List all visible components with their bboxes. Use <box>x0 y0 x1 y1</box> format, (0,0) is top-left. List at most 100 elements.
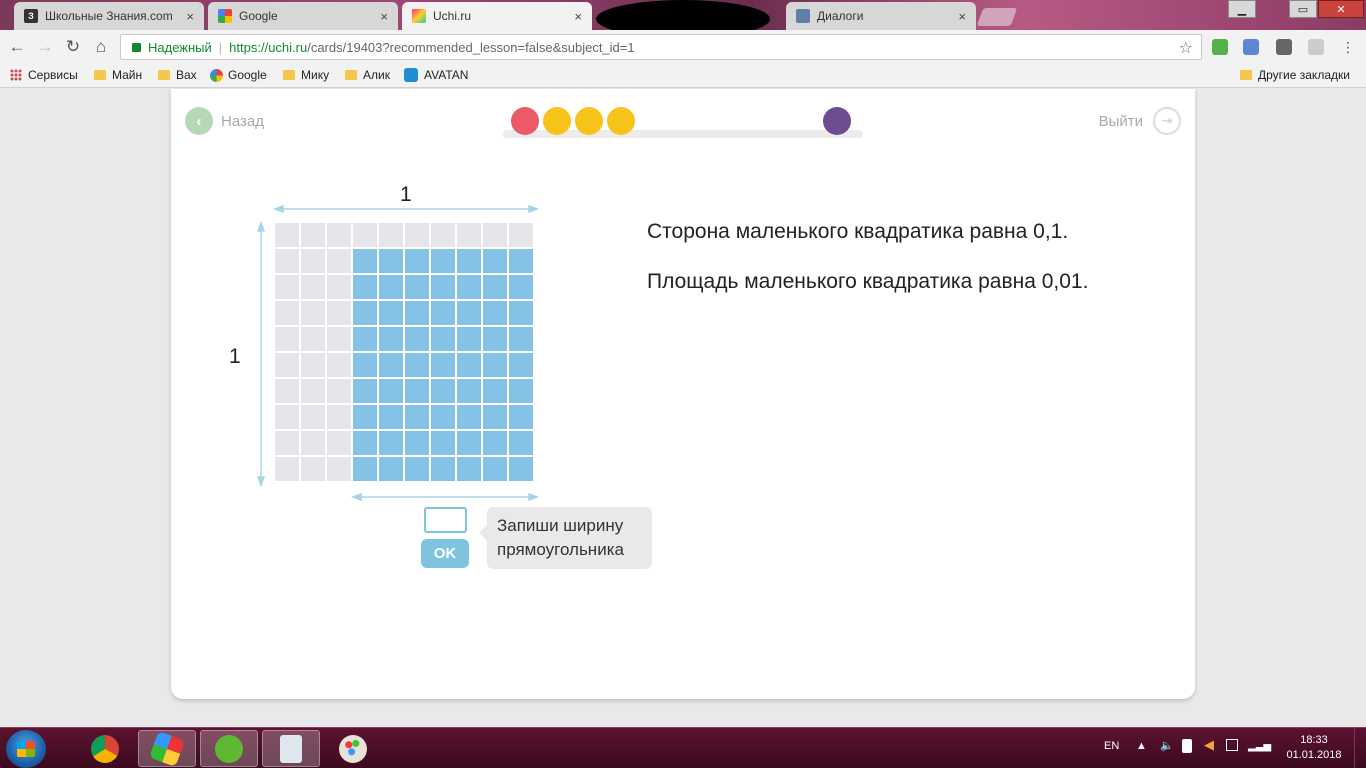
shaded-square <box>509 431 533 455</box>
empty-square <box>379 223 403 247</box>
shaded-square <box>379 431 403 455</box>
shaded-square <box>353 379 377 403</box>
bookmark-folder[interactable]: Вах <box>158 68 197 82</box>
show-hidden-icons[interactable]: ▲ <box>1136 740 1147 752</box>
empty-square <box>509 223 533 247</box>
show-desktop-button[interactable] <box>1354 728 1366 768</box>
back-arrow-icon[interactable]: ← <box>6 36 28 58</box>
empty-square <box>275 353 299 377</box>
new-tab-button[interactable] <box>976 8 1018 26</box>
signal-icon[interactable]: ▂▃▅ <box>1248 741 1271 752</box>
exit-label: Выйти <box>1098 112 1143 130</box>
ok-button[interactable]: OK <box>421 539 469 568</box>
taskbar-notepad[interactable] <box>262 730 320 767</box>
tab-title: Google <box>239 9 278 23</box>
exit-button[interactable]: Выйти ⇥ <box>1099 107 1181 135</box>
shaded-square <box>457 249 481 273</box>
chrome-icon <box>91 734 119 763</box>
minimize-button[interactable]: ▁ <box>1228 0 1256 18</box>
home-icon[interactable]: ⌂ <box>90 36 112 58</box>
folder-icon <box>345 70 357 80</box>
bookmark-label: Сервисы <box>28 68 78 82</box>
cast-icon[interactable] <box>1276 39 1292 55</box>
taskbar-paint[interactable] <box>324 730 382 767</box>
empty-square <box>275 431 299 455</box>
bookmark-folder[interactable]: Мику <box>283 68 329 82</box>
bookmark-folder[interactable]: Майн <box>94 68 142 82</box>
translate-icon[interactable] <box>1243 39 1259 55</box>
bookmark-folder[interactable]: Алик <box>345 68 390 82</box>
shaded-square <box>431 353 455 377</box>
left-dimension-label: 1 <box>229 345 241 368</box>
menu-icon[interactable]: ⋮ <box>1340 39 1356 55</box>
language-indicator[interactable]: EN <box>1104 740 1119 752</box>
empty-square <box>301 249 325 273</box>
start-button[interactable] <box>6 730 46 768</box>
speaker-icon[interactable]: 🔈 <box>1160 739 1174 752</box>
address-bar[interactable]: Надежный | https://uchi.ru/cards/19403?r… <box>120 34 1202 60</box>
empty-square <box>327 223 351 247</box>
close-tab-icon[interactable]: × <box>186 9 194 24</box>
empty-square <box>301 379 325 403</box>
shaded-square <box>353 457 377 481</box>
shaded-square <box>405 379 429 403</box>
bookmark-services[interactable]: Сервисы <box>10 68 78 82</box>
chevron-left-icon: ‹ <box>185 107 213 135</box>
answer-input[interactable] <box>424 507 467 533</box>
progress-dot <box>511 107 539 135</box>
shaded-square <box>353 275 377 299</box>
tab-dialogs[interactable]: Диалоги × <box>786 2 976 30</box>
device-icon[interactable] <box>1182 739 1192 753</box>
volume-warning-icon[interactable]: ◀ <box>1204 737 1214 753</box>
tab-brainly[interactable]: З Школьные Знания.com × <box>14 2 204 30</box>
shaded-square <box>483 353 507 377</box>
area-figure: 1 1 <box>229 179 591 509</box>
shaded-square <box>431 457 455 481</box>
taskbar-chrome[interactable] <box>76 730 134 767</box>
close-tab-icon[interactable]: × <box>574 9 582 24</box>
bookmark-google[interactable]: Google <box>210 68 267 82</box>
utorrent-icon <box>215 734 243 763</box>
empty-square <box>275 457 299 481</box>
shaded-square <box>405 301 429 325</box>
other-bookmarks[interactable]: Другие закладки <box>1240 68 1350 82</box>
shaded-square <box>457 431 481 455</box>
shaded-square <box>509 457 533 481</box>
taskbar-bluestacks[interactable] <box>138 730 196 767</box>
uchi-icon <box>412 9 426 23</box>
folder-icon <box>283 70 295 80</box>
close-tab-icon[interactable]: × <box>380 9 388 24</box>
back-button[interactable]: ‹ Назад <box>185 107 264 135</box>
clock-date[interactable]: 01.01.2018 <box>1284 749 1344 761</box>
tab-uchi[interactable]: Uchi.ru × <box>402 2 592 30</box>
shaded-square <box>509 301 533 325</box>
bookmark-star-icon[interactable]: ☆ <box>1179 38 1193 58</box>
network-icon[interactable] <box>1226 739 1238 751</box>
bookmark-label: Вах <box>176 68 197 82</box>
empty-square <box>301 457 325 481</box>
reload-icon[interactable]: ↻ <box>62 36 84 58</box>
empty-square <box>301 327 325 351</box>
url-origin: https://uchi.ru <box>229 39 308 55</box>
bookmark-avatan[interactable]: AVATAN <box>404 68 468 82</box>
lesson-card: ‹ Назад Выйти ⇥ 1 1 Сторона маленького к… <box>171 89 1195 699</box>
shaded-square <box>379 405 403 429</box>
tab-google[interactable]: Google × <box>208 2 398 30</box>
url-path: /cards/19403?recommended_lesson=false&su… <box>307 39 635 55</box>
shaded-square <box>379 379 403 403</box>
close-tab-icon[interactable]: × <box>958 9 966 24</box>
avatan-icon <box>404 68 418 82</box>
extension-icon[interactable] <box>1308 39 1324 55</box>
shaded-square <box>353 327 377 351</box>
shaded-square <box>509 249 533 273</box>
shaded-square <box>457 275 481 299</box>
window-close-button[interactable]: ✕ <box>1318 0 1364 18</box>
maximize-button[interactable]: ▭ <box>1289 0 1317 18</box>
forward-arrow-icon[interactable]: → <box>34 36 56 58</box>
extension-icon[interactable] <box>1212 39 1228 55</box>
lock-icon <box>132 42 141 52</box>
taskbar-utorrent[interactable] <box>200 730 258 767</box>
clock-time[interactable]: 18:33 <box>1284 734 1344 746</box>
empty-square <box>405 223 429 247</box>
fact-side: Сторона маленького квадратика равна 0,1. <box>647 220 1069 243</box>
